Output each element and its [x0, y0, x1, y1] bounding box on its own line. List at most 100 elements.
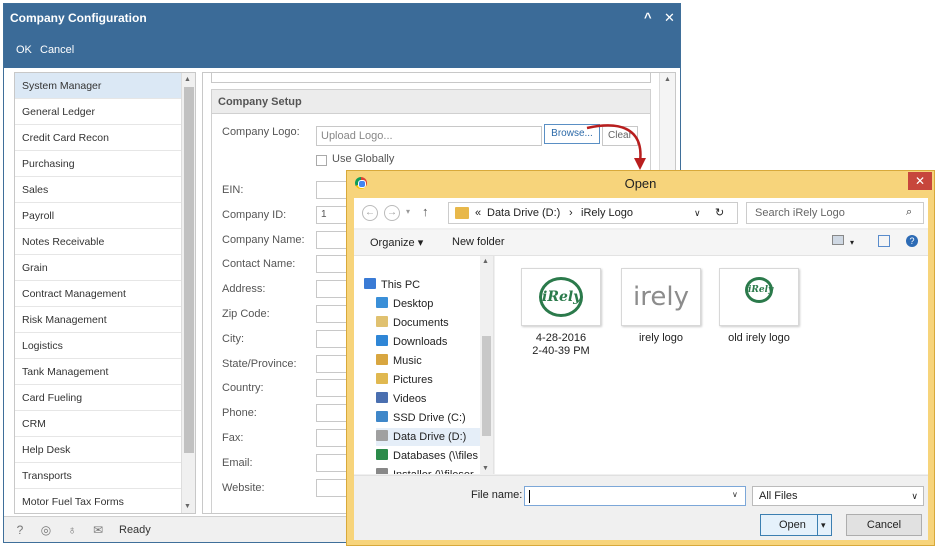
- forward-icon[interactable]: →: [384, 205, 400, 221]
- module-item-credit-card-recon[interactable]: Credit Card Recon: [15, 125, 181, 151]
- file-type-value: All Files: [759, 490, 798, 502]
- use-globally-checkbox[interactable]: [316, 155, 327, 166]
- module-item-motor-fuel-tax-forms[interactable]: Motor Fuel Tax Forms: [15, 489, 181, 513]
- refresh-icon[interactable]: ↻: [715, 203, 724, 223]
- organize-button[interactable]: Organize ▾: [370, 236, 423, 249]
- scroll-down-icon[interactable]: ▼: [482, 465, 489, 472]
- recent-dropdown-icon[interactable]: ▾: [406, 207, 410, 216]
- status-text: Ready: [119, 524, 151, 536]
- view-dropdown-icon[interactable]: ▾: [850, 238, 854, 247]
- module-item-system-manager[interactable]: System Manager: [15, 73, 181, 99]
- nav-item[interactable]: SSD Drive (C:): [376, 409, 493, 427]
- module-list-scrollbar[interactable]: ▲ ▼: [181, 73, 195, 513]
- path-overflow[interactable]: «: [475, 203, 481, 223]
- scroll-up-icon[interactable]: ▲: [482, 258, 489, 265]
- nav-item[interactable]: Documents: [376, 314, 493, 332]
- view-icon[interactable]: [832, 235, 844, 245]
- open-button-label: Open: [779, 519, 806, 531]
- folder-icon: [376, 335, 388, 346]
- module-item-logistics[interactable]: Logistics: [15, 333, 181, 359]
- field-label: Phone:: [222, 407, 257, 420]
- file-name-label: File name:: [471, 489, 523, 501]
- command-bar: Organize ▾ New folder ▾ ?: [354, 230, 928, 256]
- nav-item[interactable]: Pictures: [376, 371, 493, 389]
- search-icon[interactable]: ⌕: [906, 206, 912, 219]
- file-list: iRely 4-28-2016 2-40-39 PM irely irely logo i…: [495, 256, 928, 474]
- nav-item-label: Installer (\\fileser: [393, 469, 474, 474]
- logo-image: iRely: [745, 277, 773, 303]
- file-item[interactable]: irely irely logo: [611, 268, 711, 345]
- module-item-contract-management[interactable]: Contract Management: [15, 281, 181, 307]
- module-item-purchasing[interactable]: Purchasing: [15, 151, 181, 177]
- scroll-up-icon[interactable]: ▲: [664, 76, 671, 83]
- module-item-tank-management[interactable]: Tank Management: [15, 359, 181, 385]
- dialog-close-button[interactable]: ✕: [908, 172, 932, 190]
- open-button[interactable]: Open ▾: [760, 514, 832, 536]
- scroll-up-icon[interactable]: ▲: [184, 76, 191, 83]
- nav-item[interactable]: This PC: [364, 276, 492, 294]
- module-item-risk-management[interactable]: Risk Management: [15, 307, 181, 333]
- path-dropdown-icon[interactable]: ∨: [694, 203, 701, 223]
- path-segment-drive[interactable]: Data Drive (D:): [487, 203, 560, 223]
- path-separator[interactable]: ›: [569, 203, 573, 223]
- nav-item-label: Downloads: [393, 336, 448, 348]
- scrollbar-thumb[interactable]: [482, 336, 491, 436]
- mail-icon[interactable]: ✉: [91, 523, 105, 537]
- dialog-cancel-button[interactable]: Cancel: [846, 514, 922, 536]
- file-name: 4-28-2016: [535, 332, 587, 344]
- module-item-notes-receivable[interactable]: Notes Receivable: [15, 229, 181, 255]
- module-item-grain[interactable]: Grain: [15, 255, 181, 281]
- module-item-sales[interactable]: Sales: [15, 177, 181, 203]
- file-type-select[interactable]: All Files ∨: [752, 486, 924, 506]
- up-icon[interactable]: ↑: [422, 204, 429, 219]
- open-dropdown-icon[interactable]: ▾: [821, 515, 826, 535]
- module-item-crm[interactable]: CRM: [15, 411, 181, 437]
- module-item-card-fueling[interactable]: Card Fueling: [15, 385, 181, 411]
- module-item-payroll[interactable]: Payroll: [15, 203, 181, 229]
- back-icon[interactable]: ←: [362, 205, 378, 221]
- dialog-title: Open: [624, 176, 657, 191]
- nav-item[interactable]: Data Drive (D:): [376, 428, 493, 446]
- dialog-footer: File name: ∨ All Files ∨ Open ▾ Cancel: [354, 475, 928, 540]
- logo-image: iRely: [539, 277, 583, 317]
- field-label: Country:: [222, 382, 264, 395]
- nav-item-label: Documents: [393, 317, 449, 329]
- path-segment-folder[interactable]: iRely Logo: [581, 203, 633, 223]
- field-label: State/Province:: [222, 357, 297, 370]
- nav-item[interactable]: Videos: [376, 390, 493, 408]
- nav-item[interactable]: Desktop: [376, 295, 493, 313]
- file-item[interactable]: iRely old irely logo: [709, 268, 809, 345]
- nav-item[interactable]: Downloads: [376, 333, 493, 351]
- preview-pane-icon[interactable]: [878, 235, 890, 247]
- file-name-dropdown-icon[interactable]: ∨: [732, 490, 738, 499]
- help-icon[interactable]: ?: [13, 523, 27, 537]
- scroll-down-icon[interactable]: ▼: [184, 503, 191, 510]
- file-name-input[interactable]: [524, 486, 746, 506]
- idea-icon[interactable]: ♁: [65, 523, 79, 537]
- support-icon[interactable]: ◎: [39, 523, 53, 537]
- search-input[interactable]: Search iRely Logo: [746, 202, 924, 224]
- nav-item[interactable]: Databases (\\files: [376, 447, 493, 465]
- collapse-button[interactable]: ^: [644, 4, 652, 32]
- folder-icon: [376, 430, 388, 441]
- new-folder-button[interactable]: New folder: [452, 236, 505, 248]
- nav-item[interactable]: Installer (\\fileser: [376, 466, 493, 474]
- scrollbar-thumb[interactable]: [184, 87, 194, 453]
- ok-button[interactable]: OK: [16, 44, 32, 56]
- window-title: Company Configuration: [10, 11, 147, 25]
- module-item-transports[interactable]: Transports: [15, 463, 181, 489]
- window-title-bar: Company Configuration ^ ✕: [4, 4, 680, 32]
- navigation-scrollbar[interactable]: ▲ ▼: [480, 256, 493, 474]
- cancel-button[interactable]: Cancel: [40, 44, 74, 56]
- address-bar[interactable]: « Data Drive (D:) › iRely Logo ∨ ↻: [448, 202, 738, 224]
- help-icon[interactable]: ?: [906, 235, 918, 247]
- nav-item[interactable]: Music: [376, 352, 493, 370]
- module-item-general-ledger[interactable]: General Ledger: [15, 99, 181, 125]
- field-label: Company Name:: [222, 233, 305, 246]
- close-window-button[interactable]: ✕: [664, 4, 675, 32]
- module-item-help-desk[interactable]: Help Desk: [15, 437, 181, 463]
- file-item[interactable]: iRely 4-28-2016 2-40-39 PM: [511, 268, 611, 358]
- panel-top-edge: [211, 73, 651, 83]
- company-logo-field[interactable]: Upload Logo...: [316, 126, 542, 146]
- field-label: Contact Name:: [222, 258, 296, 271]
